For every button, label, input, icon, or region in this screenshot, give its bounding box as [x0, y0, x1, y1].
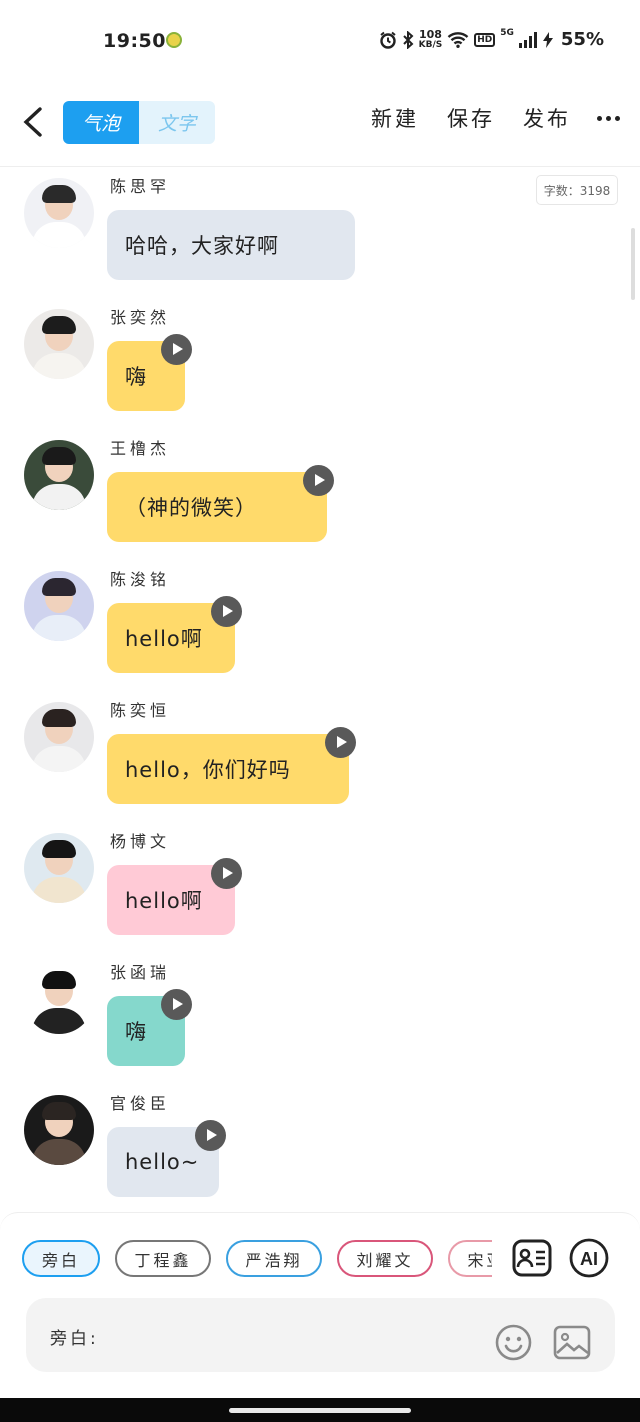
speaker-chip[interactable]: 刘耀文 [337, 1240, 433, 1277]
system-nav-bar [0, 1398, 640, 1422]
message-row[interactable]: 杨博文 hello啊 [0, 822, 640, 953]
speaker-name: 张函瑞 [110, 963, 171, 982]
speaker-name: 杨博文 [110, 832, 171, 851]
save-button[interactable]: 保存 [447, 103, 495, 133]
message-text: 嗨 [125, 365, 147, 389]
speaker-chip-list[interactable]: 旁白丁程鑫严浩翔刘耀文宋亚轩 [22, 1240, 492, 1278]
app-notification-icon [166, 32, 182, 48]
message-input[interactable]: 旁白: [26, 1298, 615, 1372]
play-voice-icon[interactable] [161, 334, 192, 365]
chat-area[interactable]: 字数：3198 陈思罕 哈哈，大家好啊 张奕然嗨王橹杰 （神的微笑） 陈浚铭 hello啊… [0, 167, 640, 1212]
avatar[interactable] [24, 571, 94, 641]
speaker-chip[interactable]: 丁程鑫 [115, 1240, 211, 1277]
speaker-name: 陈浚铭 [110, 570, 171, 589]
back-arrow-icon[interactable] [20, 107, 46, 137]
message-row[interactable]: 陈思罕哈哈，大家好啊 [0, 167, 640, 298]
message-bubble[interactable]: hello啊 [107, 596, 242, 673]
message-bubble[interactable]: 嗨 [107, 989, 192, 1066]
message-bubble[interactable]: （神的微笑） [107, 465, 334, 542]
play-voice-icon[interactable] [161, 989, 192, 1020]
message-bubble[interactable]: hello，你们好吗 [107, 727, 356, 804]
message-text: hello啊 [125, 627, 203, 651]
speaker-name: 官俊臣 [110, 1094, 171, 1113]
hd-badge: HD [474, 32, 496, 47]
play-voice-icon[interactable] [211, 596, 242, 627]
message-text: （神的微笑） [125, 496, 257, 520]
more-dots-icon[interactable] [597, 115, 620, 121]
contact-card-icon[interactable] [512, 1239, 552, 1277]
message-bubble[interactable]: hello~ [107, 1120, 226, 1197]
play-voice-icon[interactable] [211, 858, 242, 889]
image-icon[interactable] [553, 1325, 591, 1360]
network-type: 5G [500, 28, 514, 38]
message-text: 哈哈，大家好啊 [125, 234, 279, 258]
mode-text-tab[interactable]: 文字 [139, 101, 215, 144]
new-button[interactable]: 新建 [371, 103, 419, 133]
avatar[interactable] [24, 702, 94, 772]
charging-icon [542, 31, 553, 48]
play-voice-icon[interactable] [303, 465, 334, 496]
message-row[interactable]: 王橹杰 （神的微笑） [0, 429, 640, 560]
speaker-name: 王橹杰 [110, 439, 171, 458]
speaker-name: 陈奕恒 [110, 701, 171, 720]
network-speed-unit: KB/S [418, 39, 443, 50]
play-voice-icon[interactable] [325, 727, 356, 758]
toolbar-actions: 新建 保存 发布 [343, 103, 620, 133]
speaker-name: 陈思罕 [110, 177, 171, 196]
avatar[interactable] [24, 1095, 94, 1165]
speaker-chip[interactable]: 严浩翔 [226, 1240, 322, 1277]
battery-level: 55% [560, 29, 604, 50]
message-text: 嗨 [125, 1020, 147, 1044]
avatar[interactable] [24, 440, 94, 510]
app-screen: 19:50 108 KB/S HD 5G 55% 气泡 文字 新建 保存 发布 字… [0, 0, 640, 1422]
message-row[interactable]: 陈奕恒 hello，你们好吗 [0, 691, 640, 822]
input-speaker-label: 旁白: [50, 1329, 99, 1349]
ai-button[interactable]: AI [569, 1238, 609, 1278]
speaker-name: 张奕然 [110, 308, 171, 327]
play-voice-icon[interactable] [195, 1120, 226, 1151]
message-text: hello~ [125, 1150, 200, 1174]
message-text: hello啊 [125, 889, 203, 913]
mode-bubble-tab[interactable]: 气泡 [63, 101, 139, 144]
composer-panel: 旁白丁程鑫严浩翔刘耀文宋亚轩 AI 旁白: [0, 1212, 640, 1398]
emoji-icon[interactable] [495, 1324, 532, 1361]
top-toolbar: 气泡 文字 新建 保存 发布 [0, 95, 640, 151]
message-text: hello，你们好吗 [125, 758, 291, 782]
status-time: 19:50 [103, 30, 166, 52]
wifi-icon [447, 32, 469, 48]
avatar[interactable] [24, 178, 94, 248]
message-bubble[interactable]: 嗨 [107, 334, 192, 411]
bluetooth-icon [402, 30, 414, 49]
alarm-icon [379, 31, 396, 49]
avatar[interactable] [24, 964, 94, 1034]
status-icons: 108 KB/S HD 5G 55% [379, 29, 604, 50]
message-row[interactable]: 陈浚铭 hello啊 [0, 560, 640, 691]
message-row[interactable]: 张函瑞嗨 [0, 953, 640, 1084]
ai-label: AI [580, 1249, 598, 1269]
message-row[interactable]: 张奕然嗨 [0, 298, 640, 429]
speaker-chip-selected[interactable]: 旁白 [22, 1240, 100, 1277]
network-speed: 108 KB/S [418, 29, 443, 50]
speaker-chip[interactable]: 宋亚轩 [448, 1240, 492, 1277]
avatar[interactable] [24, 309, 94, 379]
signal-icon [518, 31, 537, 48]
message-row[interactable]: 官俊臣 hello~ [0, 1084, 640, 1212]
message-bubble[interactable]: 哈哈，大家好啊 [107, 210, 355, 280]
status-bar: 19:50 108 KB/S HD 5G 55% [0, 0, 640, 82]
message-bubble[interactable]: hello啊 [107, 858, 242, 935]
mode-toggle: 气泡 文字 [63, 101, 215, 144]
home-gesture-handle[interactable] [229, 1408, 411, 1413]
publish-button[interactable]: 发布 [523, 103, 571, 133]
avatar[interactable] [24, 833, 94, 903]
